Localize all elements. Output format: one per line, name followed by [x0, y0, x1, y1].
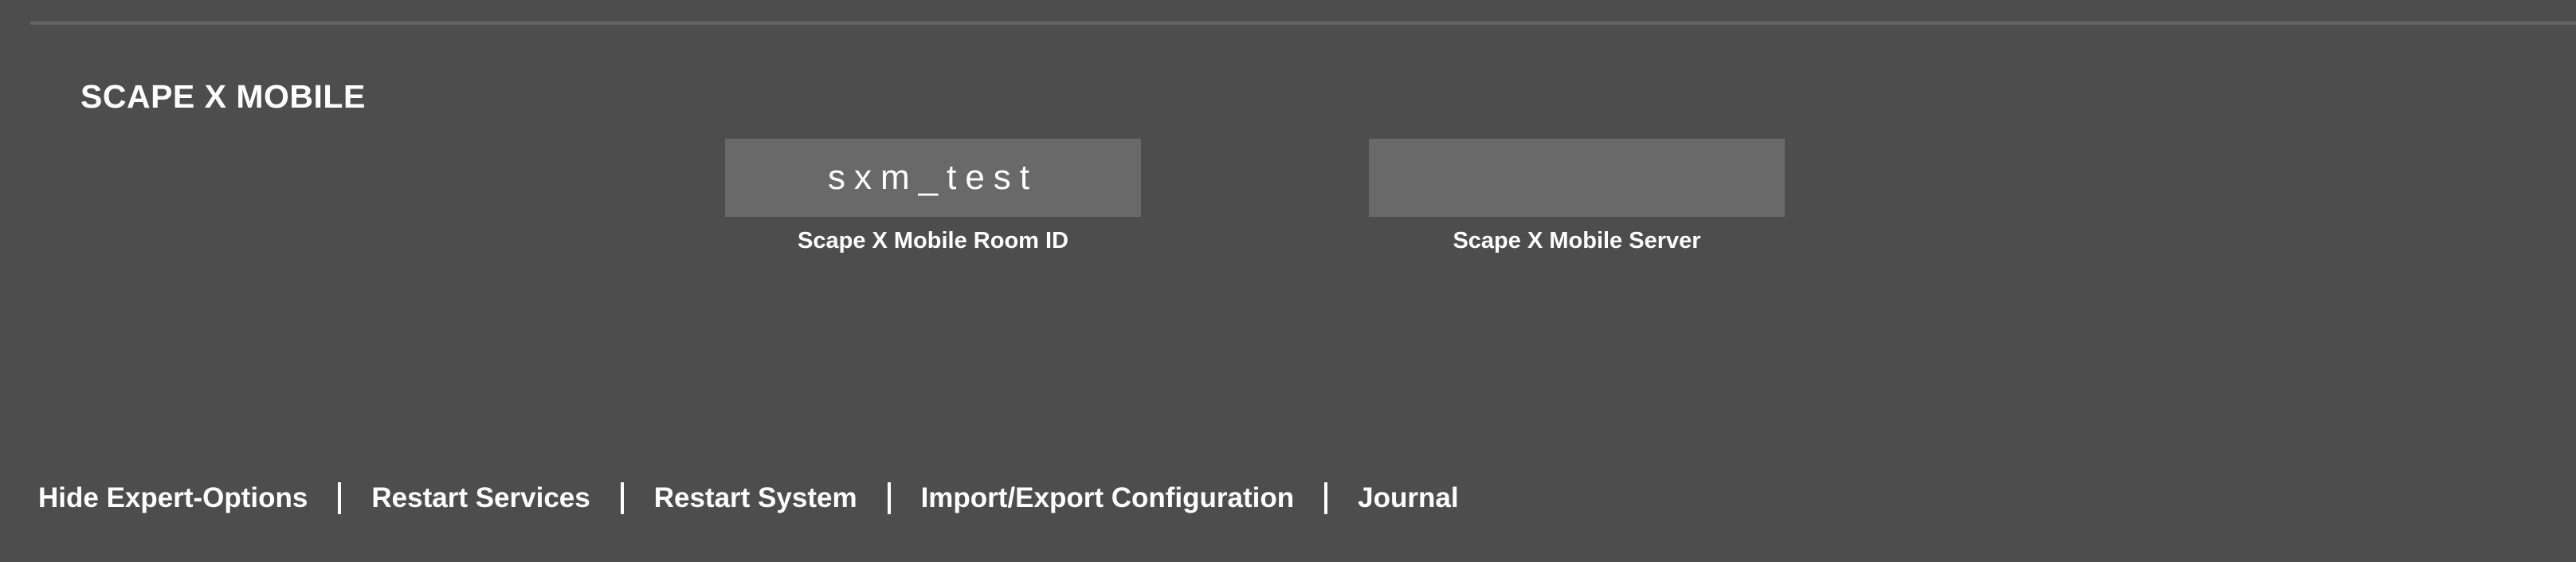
section-title: SCAPE X MOBILE — [80, 78, 366, 115]
server-field-group: Scape X Mobile Server — [1369, 139, 1785, 254]
import-export-configuration-link[interactable]: Import/Export Configuration — [921, 482, 1295, 514]
journal-link[interactable]: Journal — [1358, 482, 1458, 514]
footer-nav: Hide Expert-Options Restart Services Res… — [38, 482, 1459, 514]
hide-expert-options-link[interactable]: Hide Expert-Options — [38, 482, 308, 514]
separator — [887, 482, 891, 514]
restart-system-link[interactable]: Restart System — [654, 482, 857, 514]
server-label: Scape X Mobile Server — [1453, 228, 1701, 253]
separator — [620, 482, 624, 514]
top-divider — [30, 22, 2576, 25]
separator — [1324, 482, 1328, 514]
restart-services-link[interactable]: Restart Services — [371, 482, 590, 514]
room-id-field-group: Scape X Mobile Room ID — [725, 139, 1141, 254]
separator — [338, 482, 342, 514]
room-id-label: Scape X Mobile Room ID — [798, 228, 1068, 253]
room-id-input[interactable] — [725, 139, 1141, 217]
server-input[interactable] — [1369, 139, 1785, 217]
